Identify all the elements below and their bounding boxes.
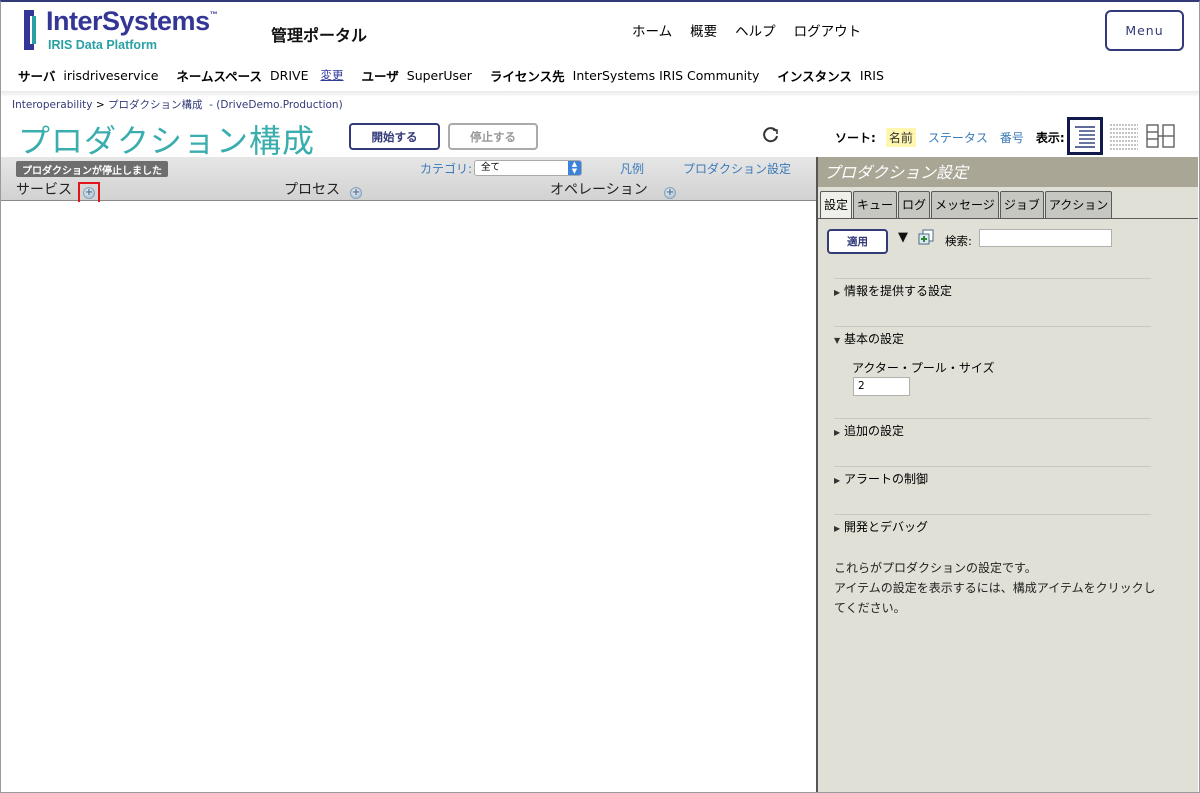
instance-value: IRIS (859, 67, 884, 83)
sort-status[interactable]: ステータス (928, 129, 988, 146)
sort-bar: ソート: 名前 ステータス 番号 表示: (835, 128, 1065, 147)
view-label: 表示: (1035, 131, 1065, 145)
expanded-arrow-icon: ▼ (834, 336, 841, 345)
namespace-label: ネームスペース (176, 68, 263, 84)
column-processes: プロセス (284, 182, 340, 198)
collapsed-arrow-icon: ▶ (834, 428, 841, 437)
logo-subtitle: IRIS Data Platform (48, 38, 158, 52)
user-label: ユーザ (361, 68, 399, 84)
section-dev-debug[interactable]: ▶ 開発とデバッグ (834, 514, 1151, 535)
breadcrumb-separator: > (95, 99, 105, 111)
category-label: カテゴリ: (420, 162, 473, 176)
context-bar: サーバ irisdriveservice ネームスペース DRIVE 変更 ユー… (18, 66, 902, 84)
portal-title: 管理ポータル (271, 26, 368, 45)
help-line-1: これらがプロダクションの設定です。 (834, 561, 1037, 575)
settings-panel-title: プロダクション設定 (818, 157, 1198, 187)
triangle-down-icon[interactable]: ▼ (898, 230, 908, 245)
section-basic[interactable]: ▼ 基本の設定 (834, 326, 1151, 347)
search-input[interactable] (979, 229, 1112, 247)
help-line-2: アイテムの設定を表示するには、構成アイテムをクリックしてください。 (834, 581, 1156, 615)
add-process-icon[interactable]: + (350, 187, 362, 199)
breadcrumb-page[interactable]: プロダクション構成 (108, 99, 203, 111)
settings-help-text: これらがプロダクションの設定です。 アイテムの設定を表示するには、構成アイテムを… (834, 558, 1164, 618)
view-grid-icon (1110, 124, 1138, 150)
user-value: SuperUser (406, 67, 472, 83)
tab-messages[interactable]: メッセージ (931, 191, 999, 218)
collapsed-arrow-icon: ▶ (834, 288, 841, 297)
refresh-icon[interactable] (762, 126, 780, 144)
sort-label: ソート: (835, 131, 876, 145)
actor-pool-size-input[interactable]: 2 (853, 377, 910, 396)
change-namespace-link[interactable]: 変更 (321, 67, 344, 83)
nav-logout[interactable]: ログアウト (794, 20, 862, 40)
category-select[interactable]: 全て ▲ ▼ (474, 160, 582, 176)
logo-wordmark: InterSystems™ (46, 6, 218, 36)
logo-mark (24, 10, 36, 50)
nav-help[interactable]: ヘルプ (735, 20, 776, 40)
legend-link[interactable]: 凡例 (620, 160, 644, 177)
nav-home[interactable]: ホーム (632, 20, 672, 40)
top-nav: ホーム 概要 ヘルプ ログアウト (632, 20, 861, 40)
server-label: サーバ (18, 68, 56, 84)
view-columns-button[interactable] (1144, 117, 1180, 155)
section-informational[interactable]: ▶ 情報を提供する設定 (834, 278, 1151, 299)
collapsed-arrow-icon: ▶ (834, 524, 841, 533)
sort-number[interactable]: 番号 (1000, 129, 1024, 146)
instance-label: インスタンス (777, 68, 852, 84)
breadcrumb-production: - (DriveDemo.Production) (209, 99, 343, 111)
server-value: irisdriveservice (63, 67, 159, 83)
breadcrumb-root[interactable]: Interoperability (12, 99, 92, 111)
tab-log[interactable]: ログ (898, 191, 931, 218)
nav-about[interactable]: 概要 (690, 20, 717, 40)
apply-button[interactable]: 適用 (827, 229, 888, 254)
column-services: サービス (16, 182, 72, 198)
menu-button[interactable]: Menu (1105, 10, 1184, 51)
tab-jobs[interactable]: ジョブ (999, 191, 1044, 218)
collapsed-arrow-icon: ▶ (834, 476, 841, 485)
breadcrumb: Interoperability > プロダクション構成 - (DriveDem… (12, 97, 343, 112)
tab-queue[interactable]: キュー (853, 191, 898, 218)
search-label: 検索: (945, 234, 972, 248)
section-additional[interactable]: ▶ 追加の設定 (834, 418, 1151, 439)
tab-divider (818, 218, 1198, 219)
stop-button[interactable]: 停止する (448, 123, 538, 150)
license-label: ライセンス先 (489, 68, 565, 84)
status-badge: プロダクションが停止しました (16, 161, 168, 177)
license-value: InterSystems IRIS Community (572, 67, 760, 83)
tab-actions[interactable]: アクション (1044, 191, 1113, 218)
namespace-value: DRIVE (270, 67, 309, 83)
tab-settings[interactable]: 設定 (820, 191, 853, 218)
view-list-icon (1075, 126, 1095, 148)
settings-tabs: 設定 キュー ログ メッセージ ジョブ アクション (820, 191, 1113, 218)
view-grid-button[interactable] (1106, 117, 1142, 155)
view-list-button[interactable] (1067, 117, 1103, 155)
production-diagram-area[interactable] (1, 202, 816, 791)
expand-all-icon[interactable] (918, 229, 934, 245)
settings-panel: プロダクション設定 設定 キュー ログ メッセージ ジョブ アクション 適用 ▼… (816, 157, 1198, 792)
production-settings-link[interactable]: プロダクション設定 (683, 160, 791, 177)
view-columns-icon (1146, 124, 1175, 148)
add-operation-icon[interactable]: + (664, 187, 676, 199)
select-arrows-icon: ▲ ▼ (568, 161, 581, 175)
sort-name[interactable]: 名前 (885, 128, 916, 147)
column-operations: オペレーション (550, 182, 648, 198)
section-alerts[interactable]: ▶ アラートの制御 (834, 466, 1151, 487)
start-button[interactable]: 開始する (349, 123, 440, 150)
intersystems-logo[interactable]: InterSystems™ IRIS Data Platform (22, 6, 222, 54)
actor-pool-size-label: アクター・プール・サイズ (852, 361, 995, 375)
page-title: プロダクション構成 (18, 122, 316, 160)
category-value: 全て (481, 162, 501, 173)
